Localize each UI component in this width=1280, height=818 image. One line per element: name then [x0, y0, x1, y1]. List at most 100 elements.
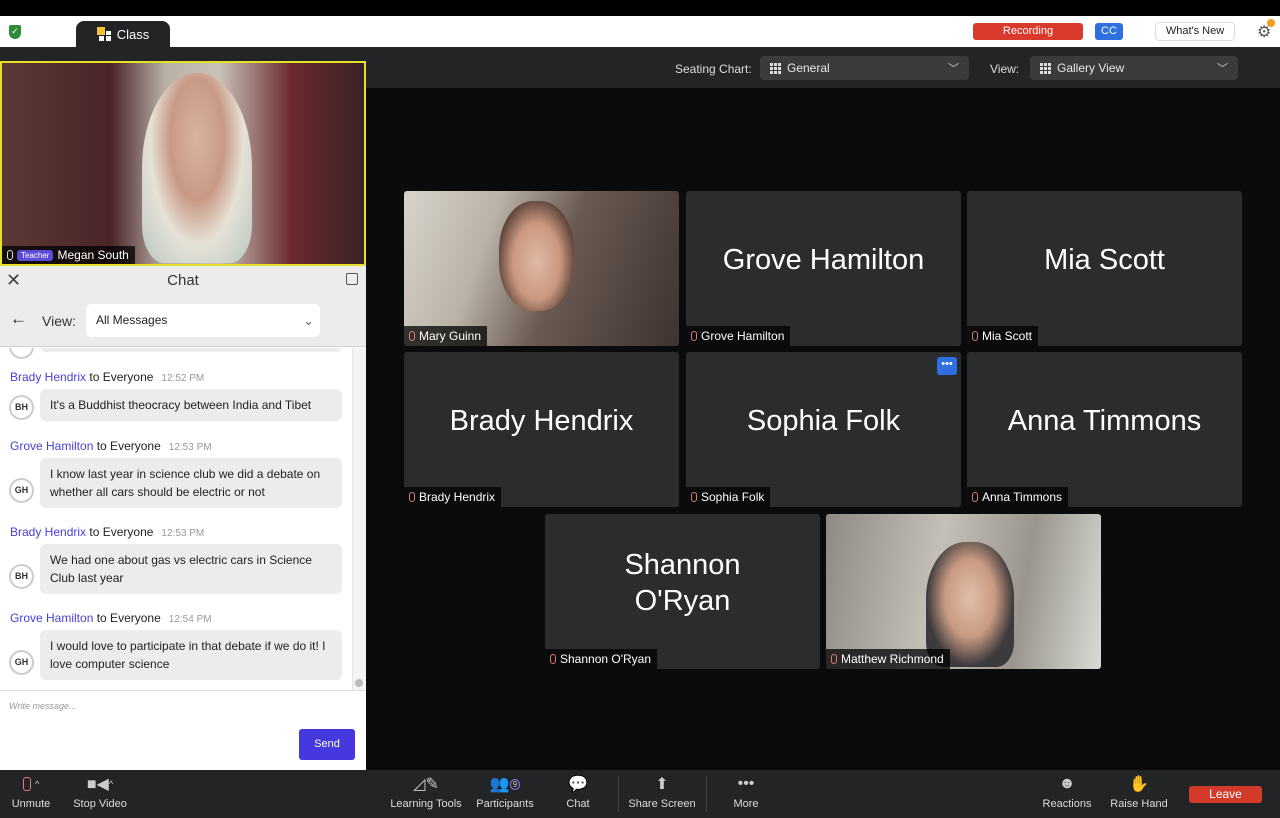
message-bubble: I would love to participate in that deba…: [40, 630, 342, 680]
whats-new-button[interactable]: What's New: [1155, 22, 1235, 41]
participant-tile[interactable]: Mary Guinn: [404, 191, 679, 346]
chat-view-row: ← View: All Messages ⌄: [0, 295, 366, 347]
raise-hand-button[interactable]: ✋ Raise Hand: [1110, 770, 1168, 818]
cc-button[interactable]: CC: [1095, 23, 1123, 40]
stop-video-button[interactable]: ■◀ ^ Stop Video: [70, 770, 130, 818]
more-button[interactable]: ••• More: [726, 770, 766, 818]
more-options-button[interactable]: •••: [937, 357, 957, 375]
chat-scrollbar[interactable]: [352, 348, 366, 690]
recipient: to Everyone: [89, 370, 154, 384]
recording-badge[interactable]: Recording: [973, 23, 1083, 40]
participant-name: Mia Scott: [982, 329, 1033, 343]
scrollbar-thumb[interactable]: [355, 679, 363, 687]
message-bubble: I know last year in science club we did …: [40, 458, 342, 508]
avatar: BH: [9, 564, 34, 589]
timestamp: 12:52 PM: [161, 373, 205, 384]
close-icon[interactable]: ✕: [6, 266, 21, 295]
unmute-label: Unmute: [11, 798, 51, 810]
message-meta: Grove Hamilton to Everyone 12:53 PM: [10, 439, 212, 453]
chat-label: Chat: [566, 798, 590, 810]
chat-messages: Brady Hendrix to Everyone 12:52 PM BH It'…: [0, 348, 352, 690]
participant-nametag: Mia Scott: [967, 326, 1039, 346]
leave-button[interactable]: Leave: [1189, 786, 1262, 803]
participant-tile[interactable]: Brady Hendrix Brady Hendrix: [404, 352, 679, 507]
divider: [618, 776, 619, 812]
participant-tile[interactable]: Grove Hamilton Grove Hamilton: [686, 191, 961, 346]
participant-display-name: Anna Timmons: [1007, 404, 1202, 437]
reactions-button[interactable]: ☻ Reactions: [1040, 770, 1094, 818]
view-value: Gallery View: [1057, 61, 1125, 75]
mic-muted-icon: [691, 492, 697, 502]
mic-muted-icon: [550, 654, 556, 664]
chat-view-value: All Messages: [96, 313, 168, 327]
participant-name: Grove Hamilton: [701, 329, 785, 343]
view-label: View:: [990, 62, 1020, 76]
chat-bubble-icon: 💬: [568, 776, 588, 793]
mic-muted-icon: [972, 331, 978, 341]
back-arrow-icon[interactable]: ←: [10, 309, 27, 329]
video-camera-icon: ■◀ ^: [86, 776, 114, 793]
message-placeholder: Write message...: [9, 701, 77, 711]
divider: [706, 776, 707, 812]
tab-class[interactable]: Class: [76, 21, 170, 47]
message-bubble: We had one about gas vs electric cars in…: [40, 544, 342, 594]
share-screen-button[interactable]: ⬆ Share Screen: [626, 770, 698, 818]
avatar: GH: [9, 650, 34, 675]
message-meta: Grove Hamilton to Everyone 12:54 PM: [10, 611, 212, 625]
sender-name[interactable]: Grove Hamilton: [10, 439, 93, 453]
share-screen-icon: ⬆: [655, 776, 669, 793]
send-button[interactable]: Send: [299, 729, 355, 760]
participants-button[interactable]: 👥 9 Participants: [474, 770, 536, 818]
view-select[interactable]: Gallery View ﹀: [1030, 56, 1238, 80]
sender-name[interactable]: Grove Hamilton: [10, 611, 93, 625]
participant-nametag: Shannon O'Ryan: [545, 649, 658, 669]
title-bar: ✓ Class Recording CC What's New ⚙: [0, 16, 1280, 47]
avatar: [9, 348, 34, 359]
sender-name[interactable]: Brady Hendrix: [10, 525, 86, 539]
participant-name: Sophia Folk: [701, 490, 765, 504]
participant-nametag: Matthew Richmond: [826, 649, 950, 669]
teacher-badge: Teacher: [17, 249, 54, 261]
chat-header: Chat ✕: [0, 266, 366, 295]
participant-tile[interactable]: Matthew Richmond: [826, 514, 1101, 669]
more-label: More: [733, 798, 759, 810]
share-screen-label: Share Screen: [628, 798, 696, 810]
participant-name: Mary Guinn: [419, 329, 482, 343]
participant-name: Brady Hendrix: [419, 490, 496, 504]
seating-chart-select[interactable]: General ﹀: [760, 56, 969, 80]
recipient: to Everyone: [96, 611, 161, 625]
participant-tile[interactable]: Anna Timmons Anna Timmons: [967, 352, 1242, 507]
chat-view-select[interactable]: All Messages ⌄: [86, 304, 320, 337]
participant-name: Anna Timmons: [982, 490, 1063, 504]
warning-icon: [1267, 19, 1275, 27]
unmute-button[interactable]: ^ Unmute: [8, 770, 54, 818]
message-bubble: It's a Buddhist theocracy between India …: [40, 389, 342, 421]
participant-nametag: Mary Guinn: [404, 326, 488, 346]
participant-tile[interactable]: Shannon O'Ryan Shannon O'Ryan: [545, 514, 820, 669]
sender-name[interactable]: Brady Hendrix: [10, 370, 86, 384]
raise-hand-label: Raise Hand: [1110, 798, 1168, 810]
popout-icon[interactable]: [346, 273, 358, 285]
mic-muted-icon: [972, 492, 978, 502]
learning-tools-button[interactable]: ◿✎ Learning Tools: [388, 770, 464, 818]
teacher-video[interactable]: Teacher Megan South: [0, 61, 366, 266]
timestamp: 12:53 PM: [161, 528, 205, 539]
message-input[interactable]: Write message... Send: [0, 690, 366, 770]
meeting-toolbar: ^ Unmute ■◀ ^ Stop Video ◿✎ Learning Tools …: [0, 770, 1280, 818]
avatar: BH: [9, 395, 34, 420]
mic-muted-icon: ^: [8, 770, 54, 798]
recipient: to Everyone: [96, 439, 161, 453]
participants-label: Participants: [476, 798, 534, 810]
message-bubble: [40, 348, 342, 352]
chat-button[interactable]: 💬 Chat: [558, 770, 598, 818]
participants-icon: 👥 9: [474, 770, 536, 798]
participants-count: 9: [509, 778, 521, 790]
participant-nametag: Brady Hendrix: [404, 487, 502, 507]
teacher-nametag: Teacher Megan South: [2, 246, 135, 264]
participant-tile[interactable]: Mia Scott Mia Scott: [967, 191, 1242, 346]
message-meta: Brady Hendrix to Everyone 12:53 PM: [10, 525, 204, 539]
participant-tile[interactable]: Sophia Folk ••• Sophia Folk: [686, 352, 961, 507]
mic-muted-icon: [691, 331, 697, 341]
mic-muted-icon: [409, 331, 415, 341]
gallery-stage: Mary Guinn Grove Hamilton Grove Hamilton…: [366, 88, 1280, 770]
